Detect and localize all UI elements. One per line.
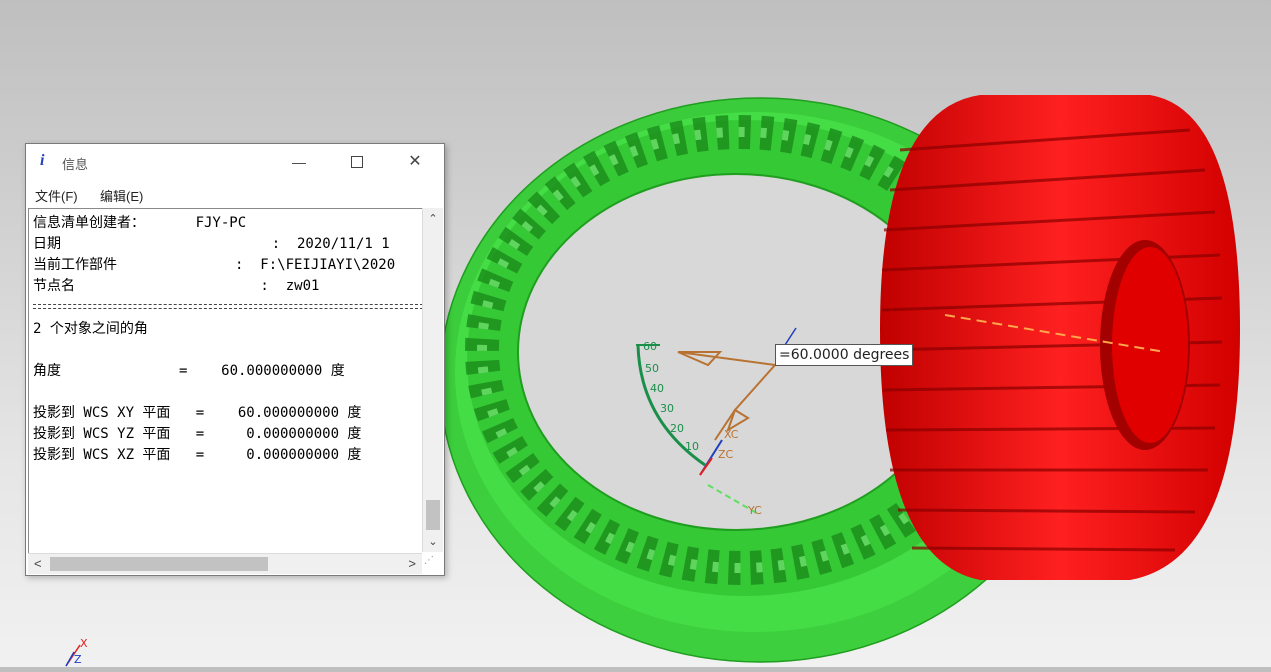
protractor-tick-10: 10 [685,440,699,453]
horizontal-scroll-thumb[interactable] [50,557,268,571]
info-icon: i [40,152,45,169]
info-window-titlebar[interactable]: i 信息 — ✕ [26,144,444,180]
scroll-up-button[interactable]: ⌃ [423,212,443,225]
scroll-down-button[interactable]: ⌄ [423,535,443,548]
horizontal-scrollbar[interactable]: < > [28,553,422,574]
protractor-tick-50: 50 [645,362,659,375]
menu-file[interactable]: 文件(F) [35,186,78,205]
menu-edit[interactable]: 编辑(E) [100,186,143,205]
info-line-xz-plane: 投影到 WCS XZ 平面 = 0.000000000 度 [33,447,362,463]
triad-x-label: X [80,637,88,650]
separator-rule [33,304,423,309]
info-line-heading: 2 个对象之间的角 [33,321,148,337]
info-text-area[interactable]: 信息清单创建者： FJY-PC 日期 : 2020/11/1 1 当前工作部件 … [28,208,423,553]
info-line-node-name: 节点名 : zw01 [33,278,320,294]
window-title: 信息 [62,157,89,172]
vertical-scrollbar[interactable]: ⌃ ⌄ [422,208,443,552]
info-line-creator: 信息清单创建者： FJY-PC [33,215,247,231]
protractor-tick-20: 20 [670,422,684,435]
zc-axis-label: ZC [718,448,734,461]
angle-dimension-label[interactable]: =60.0000 degrees [775,344,914,366]
info-line-yz-plane: 投影到 WCS YZ 平面 = 0.000000000 度 [33,426,362,442]
info-line-angle: 角度 = 60.000000000 度 [33,363,345,379]
maximize-icon [351,155,363,168]
menu-bar: 文件(F) 编辑(E) [26,182,444,206]
minimize-button[interactable]: — [282,150,316,174]
maximize-button[interactable] [340,150,374,174]
vertical-scroll-thumb[interactable] [426,500,440,530]
protractor-tick-60: 60 [643,340,657,353]
info-line-work-part: 当前工作部件 : F:\FEIJIAYI\2020 [33,257,396,273]
resize-grip-icon[interactable]: ⋰ [424,555,440,571]
info-line-xy-plane: 投影到 WCS XY 平面 = 60.000000000 度 [33,405,362,421]
info-window[interactable]: i 信息 — ✕ 文件(F) 编辑(E) 信息清单创建者： FJY-PC 日期 … [25,143,445,576]
yc-axis-label: YC [747,504,762,517]
protractor-tick-30: 30 [660,402,674,415]
xc-axis-label: XC [724,428,739,441]
spur-gear[interactable] [880,95,1240,580]
scroll-right-button[interactable]: > [408,556,416,571]
wcs-triad-icon: X Z [65,637,88,667]
info-line-date: 日期 : 2020/11/1 1 [33,236,390,252]
protractor-tick-40: 40 [650,382,664,395]
triad-z-label: Z [74,653,82,666]
scroll-left-button[interactable]: < [34,556,42,571]
close-button[interactable]: ✕ [398,150,432,174]
